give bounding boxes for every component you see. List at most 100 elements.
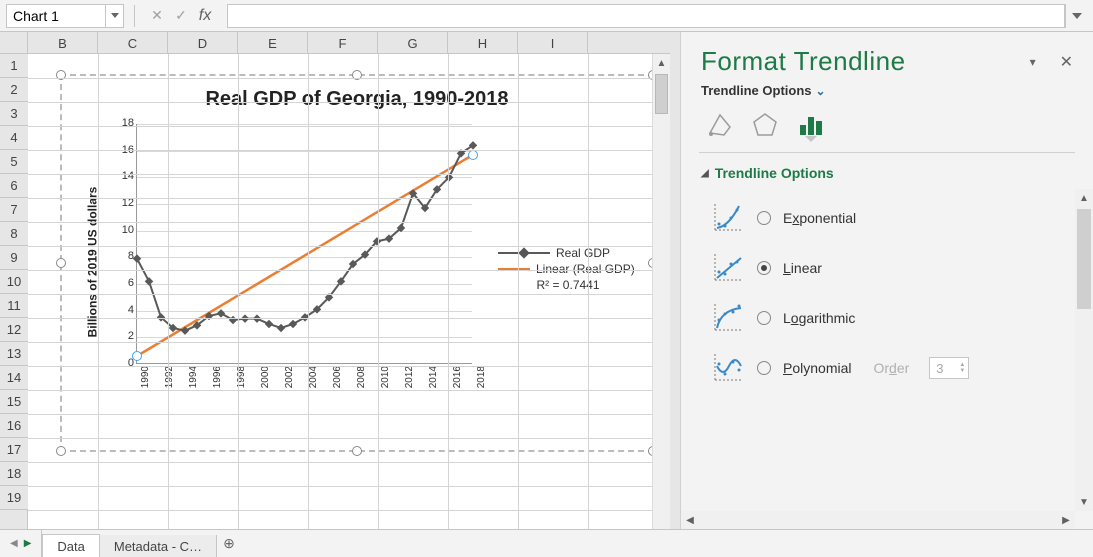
linear-thumb-icon (711, 252, 745, 284)
x-tick-label: 1990 (140, 366, 151, 396)
resize-handle[interactable] (56, 446, 66, 456)
radio-linear[interactable] (757, 261, 771, 275)
col-header[interactable]: D (168, 32, 238, 54)
row-header[interactable]: 2 (0, 78, 28, 102)
expand-formula-bar-icon[interactable] (1065, 4, 1087, 28)
col-header[interactable]: G (378, 32, 448, 54)
x-tick-label: 1996 (212, 366, 223, 396)
select-all-corner[interactable] (0, 32, 28, 54)
order-label: Order (873, 360, 909, 376)
scroll-down-icon[interactable]: ▼ (1075, 493, 1093, 511)
row-header[interactable]: 10 (0, 270, 28, 294)
section-title[interactable]: Trendline Options (715, 165, 834, 181)
row-header[interactable]: 8 (0, 222, 28, 246)
tab-nav-prev-icon[interactable]: ◀ (10, 538, 18, 549)
row-header[interactable]: 17 (0, 438, 28, 462)
row-header[interactable]: 12 (0, 318, 28, 342)
y-tick-label: 0 (104, 357, 134, 369)
col-header[interactable]: B (28, 32, 98, 54)
option-label: Exponential (783, 210, 856, 226)
pane-subtitle[interactable]: Trendline Options (701, 83, 812, 98)
row-header[interactable]: 1 (0, 54, 28, 78)
y-tick-label: 6 (104, 277, 134, 289)
scroll-right-icon[interactable]: ▶ (1057, 511, 1075, 529)
tab-nav-next-icon[interactable]: ▶ (24, 538, 32, 549)
trendline-endpoint[interactable] (132, 351, 142, 361)
sheet-vertical-scrollbar[interactable]: ▲ (652, 54, 670, 529)
trendline-option-exponential[interactable]: Exponential (711, 193, 1069, 243)
resize-handle[interactable] (352, 446, 362, 456)
row-header[interactable]: 9 (0, 246, 28, 270)
row-header[interactable]: 6 (0, 174, 28, 198)
x-tick-label: 2018 (476, 366, 487, 396)
scroll-up-icon[interactable]: ▲ (653, 54, 670, 72)
row-header[interactable]: 14 (0, 366, 28, 390)
option-label: Logarithmic (783, 310, 855, 326)
col-header[interactable]: C (98, 32, 168, 54)
col-header[interactable]: E (238, 32, 308, 54)
row-header[interactable]: 3 (0, 102, 28, 126)
radio-logarithmic[interactable] (757, 311, 771, 325)
row-header[interactable]: 16 (0, 414, 28, 438)
trendline-endpoint[interactable] (468, 150, 478, 160)
row-header[interactable]: 7 (0, 198, 28, 222)
radio-exponential[interactable] (757, 211, 771, 225)
effects-tab-icon[interactable] (751, 110, 779, 138)
sheet-tab-metadata[interactable]: Metadata - C… (100, 535, 217, 557)
col-header[interactable]: I (518, 32, 588, 54)
accept-formula-icon[interactable]: ✓ (169, 4, 193, 28)
r-squared-label: R² = 0.7441 (498, 278, 638, 292)
row-header[interactable]: 5 (0, 150, 28, 174)
data-marker[interactable] (145, 277, 153, 285)
option-label: Linear (783, 260, 822, 276)
formula-bar: Chart 1 ✕ ✓ fx (0, 0, 1093, 32)
chart-title[interactable]: Real GDP of Georgia, 1990-2018 (72, 88, 642, 111)
name-box[interactable]: Chart 1 (6, 4, 124, 28)
row-header[interactable]: 15 (0, 390, 28, 414)
trendline-option-polynomial[interactable]: Polynomial Order 3 ▲▼ (711, 343, 1069, 393)
resize-handle[interactable] (56, 258, 66, 268)
row-header[interactable]: 13 (0, 342, 28, 366)
fill-line-tab-icon[interactable] (705, 110, 733, 138)
trendline-option-linear[interactable]: Linear (711, 243, 1069, 293)
row-header[interactable]: 19 (0, 486, 28, 510)
new-sheet-button[interactable]: ⊕ (217, 530, 241, 557)
spinner-icon[interactable]: ▲▼ (956, 358, 968, 378)
row-header[interactable]: 18 (0, 462, 28, 486)
data-marker[interactable] (133, 254, 141, 262)
sheet-tab-data[interactable]: Data (42, 534, 99, 557)
pane-options-dropdown-icon[interactable]: ▾ (1030, 55, 1036, 69)
data-marker[interactable] (265, 320, 273, 328)
formula-input[interactable] (227, 4, 1065, 28)
fx-icon[interactable]: fx (193, 4, 217, 28)
pane-vertical-scrollbar[interactable]: ▲ ▼ (1075, 189, 1093, 511)
close-pane-icon[interactable]: ✕ (1060, 52, 1073, 72)
collapse-triangle-icon[interactable]: ◢ (701, 168, 709, 179)
row-header[interactable]: 4 (0, 126, 28, 150)
y-axis-label[interactable]: Billions of 2019 US dollars (82, 162, 102, 362)
cancel-formula-icon[interactable]: ✕ (145, 4, 169, 28)
trendline[interactable] (137, 155, 473, 356)
scrollbar-thumb[interactable] (655, 74, 668, 114)
radio-polynomial[interactable] (757, 361, 771, 375)
col-header[interactable]: H (448, 32, 518, 54)
chevron-down-icon[interactable]: ⌄ (816, 84, 826, 98)
trendline-option-logarithmic[interactable]: Logarithmic (711, 293, 1069, 343)
pane-horizontal-scrollbar[interactable]: ◀ ▶ (681, 511, 1075, 529)
data-marker[interactable] (277, 324, 285, 332)
chart-legend[interactable]: Real GDP Linear (Real GDP) R² = 0.7441 (498, 244, 638, 292)
x-tick-label: 2004 (308, 366, 319, 396)
trendline-options-tab-icon[interactable] (797, 110, 825, 138)
scroll-up-icon[interactable]: ▲ (1075, 189, 1093, 207)
scroll-left-icon[interactable]: ◀ (681, 511, 699, 529)
name-box-dropdown-icon[interactable] (105, 5, 123, 27)
data-marker[interactable] (217, 309, 225, 317)
order-input[interactable]: 3 ▲▼ (929, 357, 969, 379)
col-header[interactable]: F (308, 32, 378, 54)
plot-area[interactable] (136, 124, 472, 364)
data-marker[interactable] (289, 320, 297, 328)
chart-object[interactable]: Real GDP of Georgia, 1990-2018 Billions … (60, 74, 654, 452)
scrollbar-thumb[interactable] (1077, 209, 1091, 309)
row-header[interactable]: 11 (0, 294, 28, 318)
x-tick-label: 2010 (380, 366, 391, 396)
